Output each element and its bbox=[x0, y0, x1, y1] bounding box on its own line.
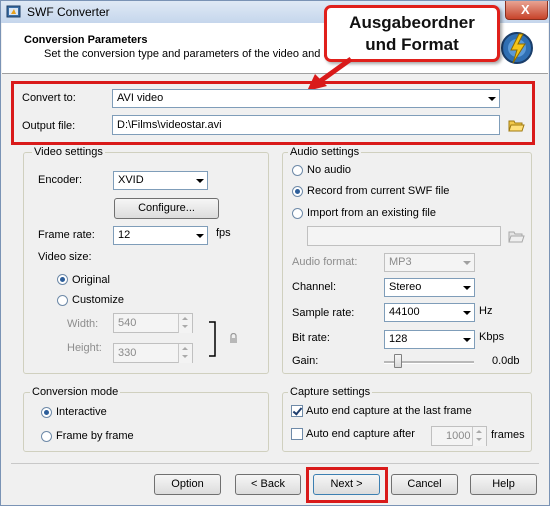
original-radio[interactable] bbox=[57, 274, 68, 285]
width-spinner[interactable] bbox=[178, 314, 192, 333]
swf-converter-window: SWF Converter X Conversion Parameters Se… bbox=[0, 0, 550, 506]
bit-rate-unit: Kbps bbox=[479, 331, 505, 343]
import-file-label[interactable]: Import from an existing file bbox=[307, 207, 436, 219]
gain-slider-thumb[interactable] bbox=[394, 354, 402, 368]
import-file-input[interactable] bbox=[307, 226, 501, 246]
lock-icon[interactable] bbox=[229, 333, 238, 344]
bit-rate-label: Bit rate: bbox=[292, 332, 330, 344]
auto-end-after-label[interactable]: Auto end capture after bbox=[306, 428, 415, 440]
original-label[interactable]: Original bbox=[72, 274, 110, 286]
frame-by-frame-label[interactable]: Frame by frame bbox=[56, 430, 134, 442]
frame-rate-select[interactable]: 12 bbox=[113, 226, 208, 245]
chevron-down-icon bbox=[486, 92, 497, 105]
output-file-input[interactable]: D:\Films\videostar.avi bbox=[112, 115, 500, 135]
flash-converter-icon bbox=[501, 32, 533, 64]
record-swf-label[interactable]: Record from current SWF file bbox=[307, 185, 449, 197]
fps-unit: fps bbox=[216, 227, 231, 239]
frames-input[interactable]: 1000 bbox=[431, 426, 487, 446]
folder-browse-icon[interactable] bbox=[508, 118, 525, 133]
audio-format-label: Audio format: bbox=[292, 256, 358, 268]
height-label: Height: bbox=[67, 342, 102, 354]
no-audio-radio[interactable] bbox=[292, 165, 303, 176]
close-icon: X bbox=[521, 2, 530, 17]
audio-format-select[interactable]: MP3 bbox=[384, 253, 475, 272]
interactive-radio[interactable] bbox=[41, 407, 52, 418]
convert-to-select[interactable]: AVI video bbox=[112, 89, 500, 108]
window-title: SWF Converter bbox=[27, 5, 110, 19]
close-button[interactable]: X bbox=[505, 1, 548, 20]
sample-rate-select[interactable]: 44100 bbox=[384, 303, 475, 322]
auto-end-last-frame-label[interactable]: Auto end capture at the last frame bbox=[306, 405, 472, 417]
aspect-link-bracket-icon bbox=[209, 321, 216, 357]
video-settings-title: Video settings bbox=[32, 146, 105, 158]
chevron-down-icon bbox=[461, 306, 472, 319]
no-audio-label[interactable]: No audio bbox=[307, 164, 351, 176]
gain-value: 0.0db bbox=[492, 355, 520, 367]
channel-select[interactable]: Stereo bbox=[384, 278, 475, 297]
encoder-select[interactable]: XVID bbox=[113, 171, 208, 190]
chevron-down-icon bbox=[194, 174, 205, 187]
encoder-label: Encoder: bbox=[38, 174, 83, 186]
frames-unit: frames bbox=[491, 429, 525, 441]
help-button[interactable]: Help bbox=[470, 474, 537, 495]
conversion-mode-group bbox=[23, 392, 269, 452]
height-input[interactable]: 330 bbox=[113, 343, 193, 363]
chevron-down-icon bbox=[194, 229, 205, 242]
import-file-radio[interactable] bbox=[292, 208, 303, 219]
gain-label: Gain: bbox=[292, 355, 319, 367]
conversion-mode-title: Conversion mode bbox=[30, 386, 121, 398]
sample-rate-label: Sample rate: bbox=[292, 307, 355, 319]
width-label: Width: bbox=[67, 318, 99, 330]
button-divider bbox=[11, 463, 539, 464]
bit-rate-select[interactable]: 128 bbox=[384, 330, 475, 349]
callout-box: Ausgabeordner und Format bbox=[324, 5, 500, 62]
frame-rate-label: Frame rate: bbox=[38, 229, 95, 241]
width-input[interactable]: 540 bbox=[113, 313, 193, 333]
folder-browse-disabled-icon[interactable] bbox=[508, 229, 525, 244]
customize-label[interactable]: Customize bbox=[72, 294, 124, 306]
audio-settings-title: Audio settings bbox=[288, 146, 362, 158]
frame-by-frame-radio[interactable] bbox=[41, 431, 52, 442]
convert-to-label: Convert to: bbox=[22, 92, 76, 104]
configure-button[interactable]: Configure... bbox=[114, 198, 219, 219]
auto-end-last-frame-checkbox[interactable] bbox=[291, 405, 303, 417]
interactive-label[interactable]: Interactive bbox=[56, 406, 107, 418]
header-title: Conversion Parameters bbox=[24, 34, 148, 46]
chevron-down-icon bbox=[461, 256, 472, 269]
chevron-down-icon bbox=[461, 333, 472, 346]
callout-line-2: und Format bbox=[365, 35, 459, 54]
back-button[interactable]: < Back bbox=[235, 474, 301, 495]
record-swf-radio[interactable] bbox=[292, 186, 303, 197]
height-spinner[interactable] bbox=[178, 344, 192, 363]
cancel-button[interactable]: Cancel bbox=[391, 474, 458, 495]
chevron-down-icon bbox=[461, 281, 472, 294]
customize-radio[interactable] bbox=[57, 295, 68, 306]
app-icon bbox=[6, 5, 21, 18]
channel-label: Channel: bbox=[292, 281, 337, 293]
capture-settings-group bbox=[282, 392, 532, 452]
frames-spinner[interactable] bbox=[472, 427, 486, 446]
sample-rate-unit: Hz bbox=[479, 305, 493, 317]
callout-line-1: Ausgabeordner bbox=[349, 13, 475, 32]
capture-settings-title: Capture settings bbox=[288, 386, 373, 398]
output-file-label: Output file: bbox=[22, 120, 76, 132]
video-size-label: Video size: bbox=[38, 251, 92, 263]
option-button[interactable]: Option bbox=[154, 474, 221, 495]
auto-end-after-checkbox[interactable] bbox=[291, 428, 303, 440]
next-button[interactable]: Next > bbox=[313, 474, 380, 495]
